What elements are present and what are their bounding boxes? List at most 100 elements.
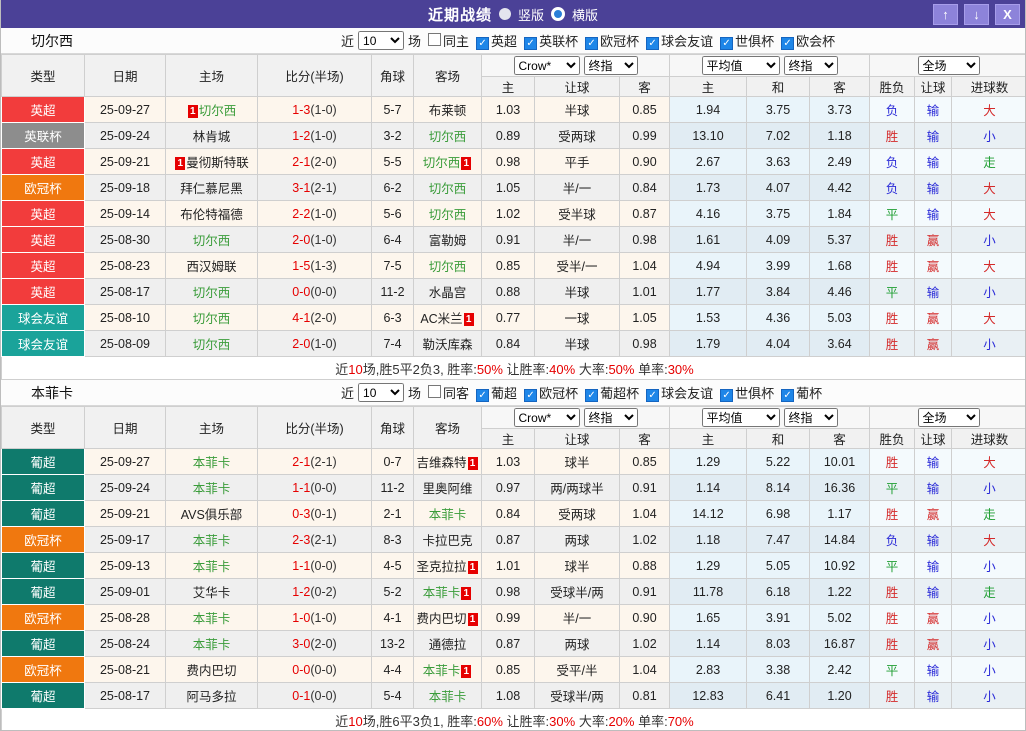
- fulltime-score: 2-1: [292, 454, 311, 469]
- league-checkbox[interactable]: ✓: [476, 389, 490, 402]
- league-checkbox[interactable]: ✓: [720, 37, 734, 50]
- crow-company-select[interactable]: Crow*: [513, 56, 580, 75]
- match-score: 2-0(1-0): [257, 330, 372, 357]
- avg-away-odds: 16.36: [809, 474, 870, 501]
- match-score: 1-1(0-0): [257, 552, 372, 579]
- league-checkbox[interactable]: ✓: [720, 389, 734, 402]
- result-handicap: 输: [914, 682, 952, 709]
- home-team: 1 切尔西: [165, 96, 258, 123]
- away-team: 富勒姆: [413, 226, 482, 253]
- league-badge: 欧冠杯: [1, 174, 85, 201]
- summary-row: 近10场,胜6平3负1, 胜率:60% 让胜率:30% 大率:20% 单率:70…: [1, 708, 1025, 730]
- same-venue-checkbox[interactable]: [428, 385, 442, 398]
- result-handicap: 赢: [914, 252, 952, 279]
- summary-segment: 20%: [608, 713, 635, 729]
- fulltime-select[interactable]: 全场: [917, 408, 980, 427]
- match-count-select[interactable]: 10: [358, 31, 405, 50]
- halftime-score: (1-0): [310, 128, 337, 143]
- result-goals: 小: [950, 604, 1025, 631]
- crow-away-odds: 1.05: [619, 304, 670, 331]
- crow-away-odds: 0.85: [619, 448, 670, 475]
- away-team: 通德拉: [413, 630, 482, 657]
- match-date: 25-08-17: [84, 682, 166, 709]
- home-team: 切尔西: [165, 226, 258, 253]
- vertical-layout-radio[interactable]: [498, 8, 511, 20]
- matches-label: 场: [408, 34, 422, 49]
- sub-column-header: 让球: [534, 428, 620, 449]
- league-checkbox[interactable]: ✓: [476, 37, 490, 50]
- result-goals: 小: [950, 656, 1025, 683]
- league-option: ✓ 葡杯: [774, 383, 822, 402]
- fulltime-score: 1-1: [292, 558, 311, 573]
- team-label: 切尔西: [198, 104, 237, 118]
- league-option: ✓ 葡超杯: [578, 383, 639, 402]
- avg-home-odds: 1.94: [669, 96, 747, 123]
- near-label: 近: [341, 34, 355, 49]
- column-header: 主场: [165, 406, 258, 449]
- team-label: 富勒姆: [428, 234, 467, 248]
- move-down-button[interactable]: ↓: [964, 4, 989, 25]
- average-index-select[interactable]: 终指: [783, 56, 838, 75]
- match-score: 3-0(2-0): [257, 630, 372, 657]
- fulltime-select[interactable]: 全场: [917, 56, 980, 75]
- crow-handicap: 半球: [534, 278, 620, 305]
- league-checkbox[interactable]: ✓: [585, 37, 599, 50]
- crow-company-select[interactable]: Crow*: [513, 408, 580, 427]
- same-venue-checkbox[interactable]: [428, 33, 442, 46]
- league-checkbox[interactable]: ✓: [646, 389, 660, 402]
- crow-index-select[interactable]: 终指: [583, 408, 638, 427]
- league-checkbox[interactable]: ✓: [524, 389, 538, 402]
- crow-home-odds: 1.05: [481, 174, 535, 201]
- avg-home-odds: 1.29: [669, 552, 747, 579]
- average-index-select[interactable]: 终指: [783, 408, 838, 427]
- team-label: 切尔西: [428, 130, 467, 144]
- summary-segment: 30%: [549, 713, 576, 729]
- crow-handicap: 一球: [534, 304, 620, 331]
- sub-column-header: 进球数: [950, 428, 1025, 449]
- team-label: 本菲卡: [192, 482, 231, 496]
- average-select[interactable]: 平均值: [701, 408, 780, 427]
- team-label: 切尔西: [422, 156, 461, 170]
- league-label: 英联杯: [539, 34, 579, 49]
- corner-score: 13-2: [371, 630, 414, 657]
- away-team: 圣克拉拉 1: [413, 552, 482, 579]
- halftime-score: (1-3): [310, 258, 337, 273]
- avg-home-odds: 2.67: [669, 148, 747, 175]
- team-label: 吉维森特: [416, 456, 467, 470]
- match-date: 25-08-21: [84, 656, 166, 683]
- horizontal-layout-radio[interactable]: [551, 7, 565, 21]
- home-team: 1 曼彻斯特联: [165, 148, 258, 175]
- sub-column-header: 让球: [914, 428, 952, 449]
- league-label: 英超: [491, 34, 518, 49]
- result-handicap: 赢: [914, 500, 952, 527]
- team-label: 林肯城: [192, 130, 231, 144]
- match-date: 25-09-24: [84, 122, 166, 149]
- close-button[interactable]: X: [995, 4, 1020, 25]
- league-checkbox[interactable]: ✓: [585, 389, 599, 402]
- league-badge: 欧冠杯: [1, 604, 85, 631]
- corner-score: 7-4: [371, 330, 414, 357]
- result-handicap: 输: [914, 122, 952, 149]
- league-checkbox[interactable]: ✓: [646, 37, 660, 50]
- summary-segment: 30%: [667, 361, 694, 377]
- result-goals: 大: [950, 96, 1025, 123]
- summary-segment: 50%: [476, 361, 503, 377]
- results-table: 类型 日期 主场 比分(半场) 角球 客场 Crow* 终指 平均值 终指 全场主让球客主和客胜负让…: [1, 54, 1025, 380]
- average-select[interactable]: 平均值: [701, 56, 780, 75]
- filter-controls: 近 10 场同客 ✓ 葡超 ✓ 欧冠杯 ✓ 葡超杯 ✓ 球会友谊 ✓ 世俱杯 ✓ 葡杯: [341, 383, 822, 402]
- sub-column-header: 胜负: [869, 76, 915, 97]
- fulltime-score: 1-0: [292, 610, 311, 625]
- fulltime-score: 1-5: [292, 258, 311, 273]
- crow-index-select[interactable]: 终指: [583, 56, 638, 75]
- halftime-score: (0-0): [310, 558, 337, 573]
- match-count-select[interactable]: 10: [358, 383, 405, 402]
- league-checkbox[interactable]: ✓: [524, 37, 538, 50]
- titlebar-center: 近期战绩 竖版 横版: [1, 4, 1025, 25]
- table-row: 葡超 25-09-01 艾华卡 1-2(0-2) 5-2 本菲卡 1 0.98 受球半/两 0.9…: [1, 578, 1025, 605]
- move-up-button[interactable]: ↑: [933, 4, 958, 25]
- league-badge: 英超: [1, 252, 85, 279]
- result-handicap: 输: [914, 474, 952, 501]
- league-checkbox[interactable]: ✓: [781, 389, 795, 402]
- league-checkbox[interactable]: ✓: [781, 37, 795, 50]
- summary-segment: 大率:: [575, 361, 609, 377]
